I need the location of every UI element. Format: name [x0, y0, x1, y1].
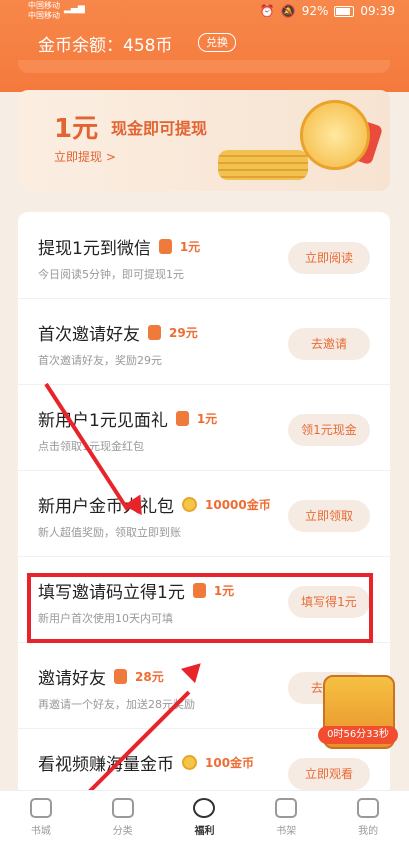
banner-title: 现金即可提现 — [111, 119, 208, 138]
status-right: ⏰ 🔕 92% 09:39 — [260, 4, 395, 18]
cash-tag-icon — [148, 325, 161, 340]
welfare-icon — [193, 798, 216, 818]
task-sub: 新人超值奖励，领取立即到账 — [38, 526, 181, 539]
task-button[interactable]: 立即观看 — [288, 758, 370, 790]
task-button[interactable]: 立即领取 — [288, 500, 370, 532]
highlight-box — [27, 573, 373, 643]
task-title: 提现1元到微信 — [38, 239, 151, 259]
task-item: 首次邀请好友 29元 首次邀请好友，奖励29元 去邀请 — [18, 298, 390, 385]
cash-tag-icon — [114, 669, 127, 684]
battery-icon — [334, 5, 355, 17]
withdraw-banner[interactable]: 1元 现金即可提现 立即提现 > — [18, 90, 390, 191]
task-title: 首次邀请好友 — [38, 325, 140, 345]
signal-icon: ▂▄▆ — [64, 4, 85, 14]
book-icon — [275, 798, 298, 818]
battery-percent: 92% — [301, 4, 329, 18]
nav-item-welfare[interactable]: 福利 — [164, 791, 246, 842]
cash-tag-icon — [158, 239, 172, 254]
coin-balance: 金币余额：458币 — [38, 36, 173, 56]
clock: 09:39 — [360, 4, 395, 18]
gold-coin-icon — [300, 100, 370, 170]
nav-item-mine[interactable]: 我的 — [327, 791, 409, 842]
task-reward: 10000金币 — [205, 498, 271, 512]
home-icon — [29, 798, 52, 818]
task-button[interactable]: 领1元现金 — [288, 414, 370, 446]
gold-coin-icon — [182, 755, 197, 770]
mute-icon: 🔕 — [280, 4, 296, 18]
user-icon — [357, 798, 380, 818]
chest-timer: 0时56分33秒 — [318, 726, 398, 744]
task-title: 邀请好友 — [38, 669, 106, 689]
nav-label: 书城 — [30, 826, 51, 837]
task-title: 新用户金币大礼包 — [38, 497, 174, 517]
carrier-names: 中国移动 中国移动 — [28, 1, 60, 21]
task-button[interactable]: 去邀请 — [288, 328, 370, 360]
nav-item-bookshelf[interactable]: 书架 — [245, 791, 327, 842]
cash-tag-icon — [175, 411, 189, 426]
withdraw-link[interactable]: 立即提现 > — [54, 148, 116, 165]
nav-label: 分类 — [112, 826, 133, 837]
nav-label: 福利 — [194, 826, 215, 837]
task-button[interactable]: 立即阅读 — [288, 242, 370, 274]
banner-amount: 1元 — [54, 114, 99, 144]
nav-item-category[interactable]: 分类 — [82, 791, 164, 842]
task-sub: 首次邀请好友，奖励29元 — [38, 354, 162, 367]
carrier-1: 中国移动 — [28, 1, 60, 10]
status-bar: 中国移动 中国移动 ▂▄▆ ⏰ 🔕 92% 09:39 — [0, 0, 409, 22]
task-title: 新用户1元见面礼 — [38, 411, 168, 431]
header-bottom — [18, 60, 390, 73]
gold-coin-icon — [182, 497, 197, 512]
task-reward: 100金币 — [205, 756, 255, 770]
bottom-nav: 书城 分类 福利 书架 我的 — [0, 790, 409, 842]
task-reward: 1元 — [196, 412, 218, 426]
nav-label: 书架 — [276, 826, 297, 837]
nav-item-bookstore[interactable]: 书城 — [0, 791, 82, 842]
nav-label: 我的 — [358, 826, 379, 837]
task-item: 新用户金币大礼包 10000金币 新人超值奖励，领取立即到账 立即领取 — [18, 470, 390, 557]
task-reward: 28元 — [135, 670, 164, 684]
task-reward: 29元 — [169, 326, 198, 340]
task-item: 提现1元到微信 1元 今日阅读5分钟，即可提现1元 立即阅读 — [18, 212, 390, 299]
exchange-button[interactable]: 兑换 — [198, 33, 236, 52]
task-sub: 今日阅读5分钟，即可提现1元 — [38, 268, 184, 281]
carrier-2: 中国移动 — [28, 11, 60, 20]
task-reward: 1元 — [179, 240, 201, 254]
grid-icon — [111, 798, 134, 818]
alarm-icon: ⏰ — [259, 4, 275, 18]
coin-stack-icon — [218, 150, 308, 180]
